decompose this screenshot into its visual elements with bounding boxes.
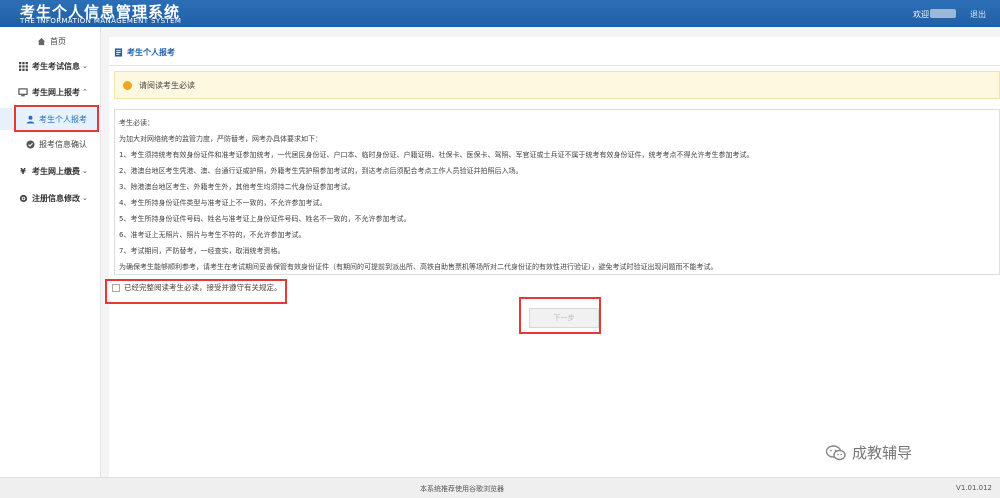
watermark: 成教辅导 xyxy=(825,442,913,463)
sidebar-item-label: 注册信息修改 xyxy=(32,193,80,203)
warning-icon xyxy=(123,80,132,90)
sidebar-item-confirm-info[interactable]: 报考信息确认 xyxy=(0,133,101,155)
app-subtitle: THE INFORMATION MANAGEMENT SYSTEM xyxy=(20,17,182,25)
username-redacted xyxy=(930,9,956,18)
sidebar-item-label: 报考信息确认 xyxy=(39,139,87,149)
chevron-down-icon: ⌄ xyxy=(82,194,88,202)
sidebar-item-exam-info[interactable]: 考生考试信息 ⌄ xyxy=(0,55,101,77)
main-content: 考生个人报考 请阅读考生必读 考生必读： 为加大对网络统考的监管力度，严防替考，… xyxy=(105,37,1000,477)
chevron-down-icon: ⌄ xyxy=(82,167,88,175)
highlight-box-next xyxy=(519,297,601,334)
watermark-text: 成教辅导 xyxy=(852,444,913,462)
sidebar-item-online-payment[interactable]: ¥ 考生网上缴费 ⌄ xyxy=(0,160,101,182)
terms-line: 4、考生所持身份证件类型与准考证上不一致的，不允许参加考试。 xyxy=(119,199,327,207)
page-title-text: 考生个人报考 xyxy=(127,48,175,57)
sidebar: 首页 考生考试信息 ⌄ 考生网上报考 ⌃ 考生个人报考 报考信息确认 ¥ 考生网… xyxy=(0,27,101,477)
welcome-label: 欢迎 xyxy=(913,10,929,19)
home-icon xyxy=(36,36,46,46)
version-label: V1.01.012 xyxy=(956,484,992,492)
footer: 本系统推荐使用谷歌浏览器 V1.01.012 xyxy=(0,477,1000,498)
terms-line: 7、考试期间，严防替考，一经查实，取消统考资格。 xyxy=(119,247,285,255)
title-divider xyxy=(109,65,1000,66)
footer-text: 本系统推荐使用谷歌浏览器 xyxy=(420,485,504,493)
sidebar-item-home[interactable]: 首页 xyxy=(0,30,101,52)
terms-line: 为确保考生能够顺利参考，请考生在考试期间妥善保管有效身份证件（有期间的可提前到派… xyxy=(119,263,718,271)
sidebar-item-edit-registration[interactable]: 注册信息修改 ⌄ xyxy=(0,187,101,209)
notice-banner: 请阅读考生必读 xyxy=(114,71,1000,99)
sidebar-item-label: 首页 xyxy=(50,36,66,46)
sidebar-item-label: 考生考试信息 xyxy=(32,61,80,71)
grid-icon xyxy=(18,61,28,71)
wechat-icon xyxy=(825,444,846,461)
terms-line: 2、港澳台地区考生凭港、澳、台通行证或护照，外籍考生凭护照参加考试的，到达考点后… xyxy=(119,167,523,175)
yen-icon: ¥ xyxy=(20,166,26,176)
sidebar-item-online-register[interactable]: 考生网上报考 ⌃ xyxy=(0,81,101,103)
terms-line: 考生必读： xyxy=(119,119,154,127)
highlight-box-agree xyxy=(105,279,287,304)
document-icon xyxy=(114,48,123,57)
terms-line: 5、考生所持身份证件号码、姓名与准考证上身份证件号码、姓名不一致的，不允许参加考… xyxy=(119,215,411,223)
check-circle-icon xyxy=(25,139,35,149)
chevron-up-icon: ⌃ xyxy=(82,88,88,96)
logout-link[interactable]: 退出 xyxy=(970,9,986,20)
top-header: 考生个人信息管理系统 THE INFORMATION MANAGEMENT SY… xyxy=(0,0,1000,27)
terms-line: 1、考生须持统考有效身份证件和准考证参加统考，一代居民身份证、户口本、临时身份证… xyxy=(119,151,754,159)
terms-line: 6、准考证上无照片、照片与考生不符的，不允许参加考试。 xyxy=(119,231,306,239)
terms-box[interactable]: 考生必读： 为加大对网络统考的监管力度，严防替考，网考办具体要求如下： 1、考生… xyxy=(114,109,1000,275)
notice-text: 请阅读考生必读 xyxy=(139,80,195,90)
sidebar-item-label: 考生网上报考 xyxy=(32,87,80,97)
chevron-down-icon: ⌄ xyxy=(82,62,88,70)
terms-line: 为加大对网络统考的监管力度，严防替考，网考办具体要求如下： xyxy=(119,135,322,143)
monitor-icon xyxy=(18,87,28,97)
terms-line: 3、除港澳台地区考生、外籍考生外，其他考生均须持二代身份证参加考试。 xyxy=(119,183,355,191)
sidebar-item-label: 考生网上缴费 xyxy=(32,166,80,176)
gear-icon xyxy=(18,193,28,203)
highlight-box-sidebar xyxy=(14,105,99,132)
page-title: 考生个人报考 xyxy=(114,47,175,58)
